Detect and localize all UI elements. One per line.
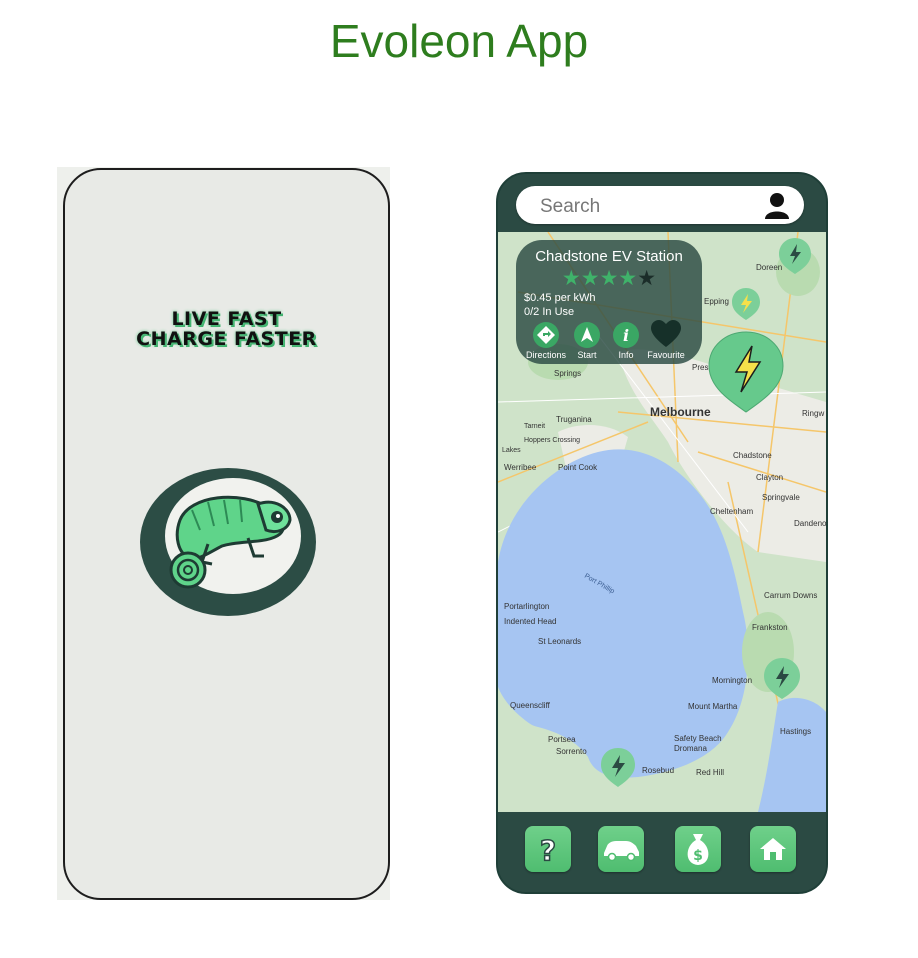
star-icon: ★ (561, 267, 581, 290)
user-profile-icon[interactable] (762, 190, 792, 220)
map-label-melbourne: Melbourne (650, 405, 711, 419)
svg-text:i: i (623, 326, 629, 345)
star-icon: ★ (637, 267, 657, 290)
star-icon: ★ (618, 267, 638, 290)
station-name: Chadstone EV Station (535, 248, 683, 265)
map-label-cheltenham: Cheltenham (710, 507, 753, 516)
map-label-dromana: Dromana (674, 744, 707, 753)
map-label-indented-head: Indented Head (504, 617, 557, 626)
map-label-st-leonards: St Leonards (538, 637, 581, 646)
splash-screen: LIVE FAST CHARGE FASTER (63, 168, 390, 900)
map-label-sorrento: Sorrento (556, 747, 587, 756)
map-label-frankston: Frankston (752, 623, 788, 632)
map-label-clayton: Clayton (756, 473, 783, 482)
map-label-portsea: Portsea (548, 735, 576, 744)
map-label-tarneit: Tarneit (524, 423, 545, 430)
search-bar[interactable]: Search (516, 186, 804, 224)
station-price: $0.45 per kWh (524, 292, 596, 304)
question-icon: ? (539, 833, 557, 868)
map-label-springvale: Springvale (762, 493, 800, 502)
star-icon: ★ (599, 267, 619, 290)
star-icon: ★ (580, 267, 600, 290)
station-usage: 0/2 In Use (524, 306, 575, 318)
map-label-mount-martha: Mount Martha (688, 702, 738, 711)
info-icon: i (613, 322, 639, 348)
map-label-werribee: Werribee (504, 463, 537, 472)
tagline-line-2: CHARGE FASTER (136, 328, 317, 350)
map-label-chadstone: Chadstone (733, 451, 772, 460)
map-label-dandenong: Dandeno (794, 519, 826, 528)
map-label-hoppers-crossing: Hoppers Crossing (524, 437, 580, 444)
map-label-lakes: Lakes (502, 447, 521, 454)
map-screen: Search Melbourne Port Phillip Chadstone … (496, 172, 828, 894)
money-button[interactable]: $ (675, 826, 721, 872)
map-label-springs: Springs (554, 369, 581, 378)
map-label-epping: Epping (704, 297, 729, 306)
map-label-mornington: Mornington (712, 676, 752, 685)
car-button[interactable] (598, 826, 644, 872)
map-label-doreen: Doreen (756, 263, 782, 272)
map-label-ringwood: Ringw (802, 409, 824, 418)
directions-button[interactable]: Directions (523, 322, 569, 360)
search-input[interactable]: Search (540, 196, 600, 218)
map-label-portarlington: Portarlington (504, 602, 549, 611)
page-title: Evoleon App (329, 15, 589, 67)
chameleon-logo-icon (130, 460, 320, 620)
map-label-point-cook: Point Cook (558, 463, 598, 472)
favourite-label: Favourite (647, 350, 685, 360)
home-icon (760, 838, 786, 860)
svg-text:$: $ (693, 848, 703, 864)
svg-text:?: ? (540, 834, 556, 867)
directions-icon (533, 322, 559, 348)
map-label-truganina: Truganina (556, 415, 592, 424)
money-bag-icon: $ (687, 834, 709, 865)
home-button[interactable] (750, 826, 796, 872)
tagline-line-1: LIVE FAST (171, 308, 282, 330)
car-icon (604, 841, 639, 862)
directions-label: Directions (525, 350, 566, 360)
map-view[interactable]: Melbourne Port Phillip Chadstone Clayton… (498, 232, 826, 812)
map-label-safety-beach: Safety Beach (674, 734, 722, 743)
bottom-nav-bar: ? $ (498, 812, 826, 892)
map-label-carrum-downs: Carrum Downs (764, 591, 817, 600)
station-info-card[interactable]: Chadstone EV Station ★★★★★ $0.45 per kWh… (516, 240, 702, 364)
help-button[interactable]: ? (525, 826, 571, 872)
favourite-button[interactable]: Favourite (643, 320, 689, 360)
map-label-hastings: Hastings (780, 727, 811, 736)
map-label-queenscliff: Queenscliff (510, 701, 551, 710)
station-rating: ★★★★★ (516, 266, 702, 291)
map-label-red-hill: Red Hill (696, 768, 724, 777)
heart-icon (650, 320, 682, 348)
map-label-rosebud: Rosebud (642, 766, 674, 775)
navigate-arrow-icon (574, 322, 600, 348)
